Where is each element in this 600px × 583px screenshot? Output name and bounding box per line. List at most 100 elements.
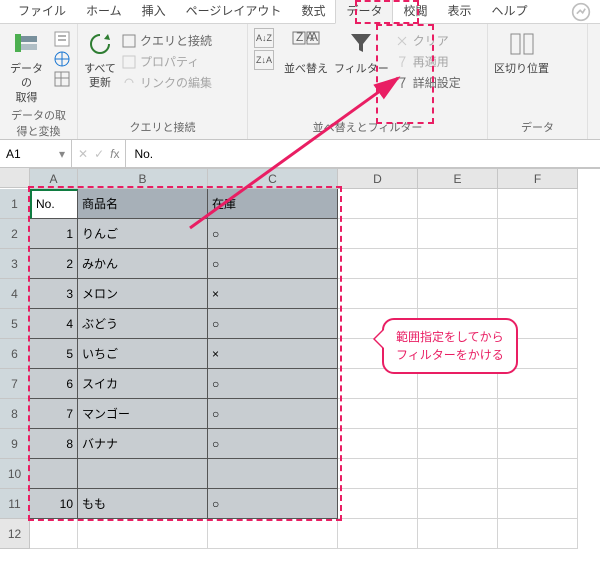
row-header-12[interactable]: 12	[0, 519, 30, 549]
cell-C8[interactable]: ○	[208, 399, 338, 429]
cell-F1[interactable]	[498, 189, 578, 219]
edit-links-button[interactable]: リンクの編集	[122, 72, 212, 93]
cell-D12[interactable]	[338, 519, 418, 549]
cell-B3[interactable]: みかん	[78, 249, 208, 279]
sort-button[interactable]: Z AA Z 並べ替え	[284, 28, 328, 117]
col-header-B[interactable]: B	[78, 169, 208, 189]
from-table-icon[interactable]	[53, 70, 71, 88]
cell-E11[interactable]	[418, 489, 498, 519]
cell-B4[interactable]: メロン	[78, 279, 208, 309]
cell-B2[interactable]: りんご	[78, 219, 208, 249]
get-data-button[interactable]: データの 取得	[6, 28, 47, 105]
cell-F7[interactable]	[498, 369, 578, 399]
col-header-A[interactable]: A	[30, 169, 78, 189]
tab-insert[interactable]: 挿入	[132, 0, 176, 23]
from-web-icon[interactable]	[53, 50, 71, 68]
cell-E2[interactable]	[418, 219, 498, 249]
cell-D4[interactable]	[338, 279, 418, 309]
row-header-7[interactable]: 7	[0, 369, 30, 399]
filter-button[interactable]: フィルター	[334, 28, 389, 117]
col-header-D[interactable]: D	[338, 169, 418, 189]
cell-D1[interactable]	[338, 189, 418, 219]
cell-E1[interactable]	[418, 189, 498, 219]
row-header-10[interactable]: 10	[0, 459, 30, 489]
cell-F2[interactable]	[498, 219, 578, 249]
cell-C12[interactable]	[208, 519, 338, 549]
cancel-icon[interactable]: ✕	[78, 147, 88, 161]
cell-E3[interactable]	[418, 249, 498, 279]
cell-B7[interactable]: スイカ	[78, 369, 208, 399]
col-header-C[interactable]: C	[208, 169, 338, 189]
cell-E8[interactable]	[418, 399, 498, 429]
row-header-4[interactable]: 4	[0, 279, 30, 309]
cell-A10[interactable]	[30, 459, 78, 489]
row-header-3[interactable]: 3	[0, 249, 30, 279]
cell-B1[interactable]: 商品名	[78, 189, 208, 219]
cell-A7[interactable]: 6	[30, 369, 78, 399]
cell-E9[interactable]	[418, 429, 498, 459]
row-header-2[interactable]: 2	[0, 219, 30, 249]
cell-A5[interactable]: 4	[30, 309, 78, 339]
select-all-corner[interactable]	[0, 168, 30, 188]
cell-F10[interactable]	[498, 459, 578, 489]
sort-desc-button[interactable]: Z↓A	[254, 50, 274, 70]
tab-view[interactable]: 表示	[437, 0, 481, 23]
cell-D9[interactable]	[338, 429, 418, 459]
fx-icon[interactable]: fx	[110, 147, 119, 161]
formula-input[interactable]	[126, 140, 600, 167]
cell-C5[interactable]: ○	[208, 309, 338, 339]
tab-formulas[interactable]: 数式	[291, 0, 335, 23]
cell-A3[interactable]: 2	[30, 249, 78, 279]
col-header-F[interactable]: F	[498, 169, 578, 189]
cell-B8[interactable]: マンゴー	[78, 399, 208, 429]
cell-D8[interactable]	[338, 399, 418, 429]
tab-pagelayout[interactable]: ページレイアウト	[176, 0, 292, 23]
row-header-6[interactable]: 6	[0, 339, 30, 369]
name-box[interactable]: ▾	[0, 140, 72, 167]
cell-A12[interactable]	[30, 519, 78, 549]
cell-C6[interactable]: ×	[208, 339, 338, 369]
cell-F11[interactable]	[498, 489, 578, 519]
refresh-all-button[interactable]: すべて 更新	[84, 28, 116, 117]
cell-A9[interactable]: 8	[30, 429, 78, 459]
row-header-9[interactable]: 9	[0, 429, 30, 459]
cell-F3[interactable]	[498, 249, 578, 279]
cell-C2[interactable]: ○	[208, 219, 338, 249]
cell-B11[interactable]: もも	[78, 489, 208, 519]
cell-A4[interactable]: 3	[30, 279, 78, 309]
cell-C11[interactable]: ○	[208, 489, 338, 519]
cell-A11[interactable]: 10	[30, 489, 78, 519]
cell-B9[interactable]: バナナ	[78, 429, 208, 459]
tab-home[interactable]: ホーム	[76, 0, 132, 23]
cell-F8[interactable]	[498, 399, 578, 429]
tab-data[interactable]: データ	[335, 0, 393, 24]
cell-D11[interactable]	[338, 489, 418, 519]
cell-D3[interactable]	[338, 249, 418, 279]
properties-button[interactable]: プロパティ	[122, 51, 212, 72]
tab-help[interactable]: ヘルプ	[482, 0, 538, 23]
from-text-icon[interactable]	[53, 30, 71, 48]
row-header-1[interactable]: 1	[0, 189, 30, 219]
cell-E12[interactable]	[418, 519, 498, 549]
advanced-filter-button[interactable]: 詳細設定	[395, 72, 461, 93]
cell-D10[interactable]	[338, 459, 418, 489]
clear-filter-button[interactable]: クリア	[395, 30, 461, 51]
text-to-columns-button[interactable]: 区切り位置	[494, 28, 549, 117]
sort-asc-button[interactable]: A↓Z	[254, 28, 274, 48]
cell-B10[interactable]	[78, 459, 208, 489]
row-header-8[interactable]: 8	[0, 399, 30, 429]
row-header-11[interactable]: 11	[0, 489, 30, 519]
row-header-5[interactable]: 5	[0, 309, 30, 339]
cell-B12[interactable]	[78, 519, 208, 549]
cell-B5[interactable]: ぶどう	[78, 309, 208, 339]
enter-icon[interactable]: ✓	[94, 147, 104, 161]
cell-C9[interactable]: ○	[208, 429, 338, 459]
cell-F12[interactable]	[498, 519, 578, 549]
name-box-input[interactable]	[6, 147, 46, 161]
queries-connections-button[interactable]: クエリと接続	[122, 30, 212, 51]
cell-E10[interactable]	[418, 459, 498, 489]
cell-A2[interactable]: 1	[30, 219, 78, 249]
col-header-E[interactable]: E	[418, 169, 498, 189]
tab-file[interactable]: ファイル	[8, 0, 76, 23]
cell-C10[interactable]	[208, 459, 338, 489]
